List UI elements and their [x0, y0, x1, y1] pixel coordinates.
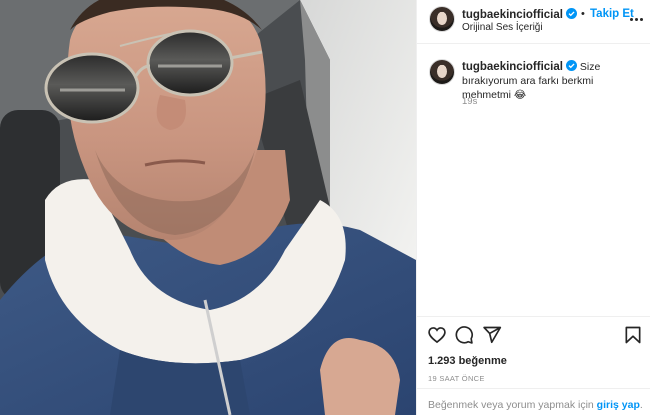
avatar[interactable]: [429, 6, 455, 32]
divider: [417, 388, 650, 389]
post-panel: tugbaekinciofficial • Takip Et Orijinal …: [416, 0, 650, 415]
share-icon[interactable]: [482, 325, 502, 345]
login-prompt-text: Beğenmek veya yorum yapmak için: [428, 399, 594, 411]
username-text[interactable]: tugbaekinciofficial: [462, 9, 563, 21]
bookmark-icon[interactable]: [623, 325, 643, 345]
username-link[interactable]: tugbaekinciofficial: [462, 8, 577, 21]
divider: [417, 316, 650, 317]
login-link[interactable]: giriş yap: [597, 399, 640, 411]
caption-username[interactable]: tugbaekinciofficial: [462, 61, 563, 73]
separator-dot: •: [581, 8, 585, 20]
caption-time: 19s: [462, 96, 478, 107]
post-timestamp[interactable]: 19 SAAT ÖNCE: [428, 374, 485, 383]
heart-icon[interactable]: [427, 325, 447, 345]
post-caption: tugbaekinciofficial Size bırakıyorum ara…: [462, 60, 642, 102]
login-prompt-suffix: .: [639, 399, 643, 411]
post-header: tugbaekinciofficial • Takip Et Orijinal …: [417, 0, 650, 44]
audio-label[interactable]: Orijinal Ses İçeriği: [462, 22, 543, 33]
like-count[interactable]: 1.293 beğenme: [428, 355, 507, 367]
comment-icon[interactable]: [454, 325, 474, 345]
post-media[interactable]: [0, 0, 416, 415]
verified-badge-icon: [565, 60, 577, 71]
more-options-icon[interactable]: [628, 11, 644, 27]
video-frame: [0, 0, 416, 415]
caption-avatar[interactable]: [429, 59, 455, 85]
login-prompt: Beğenmek veya yorum yapmak için giriş ya…: [428, 399, 643, 411]
verified-badge-icon: [565, 8, 577, 19]
